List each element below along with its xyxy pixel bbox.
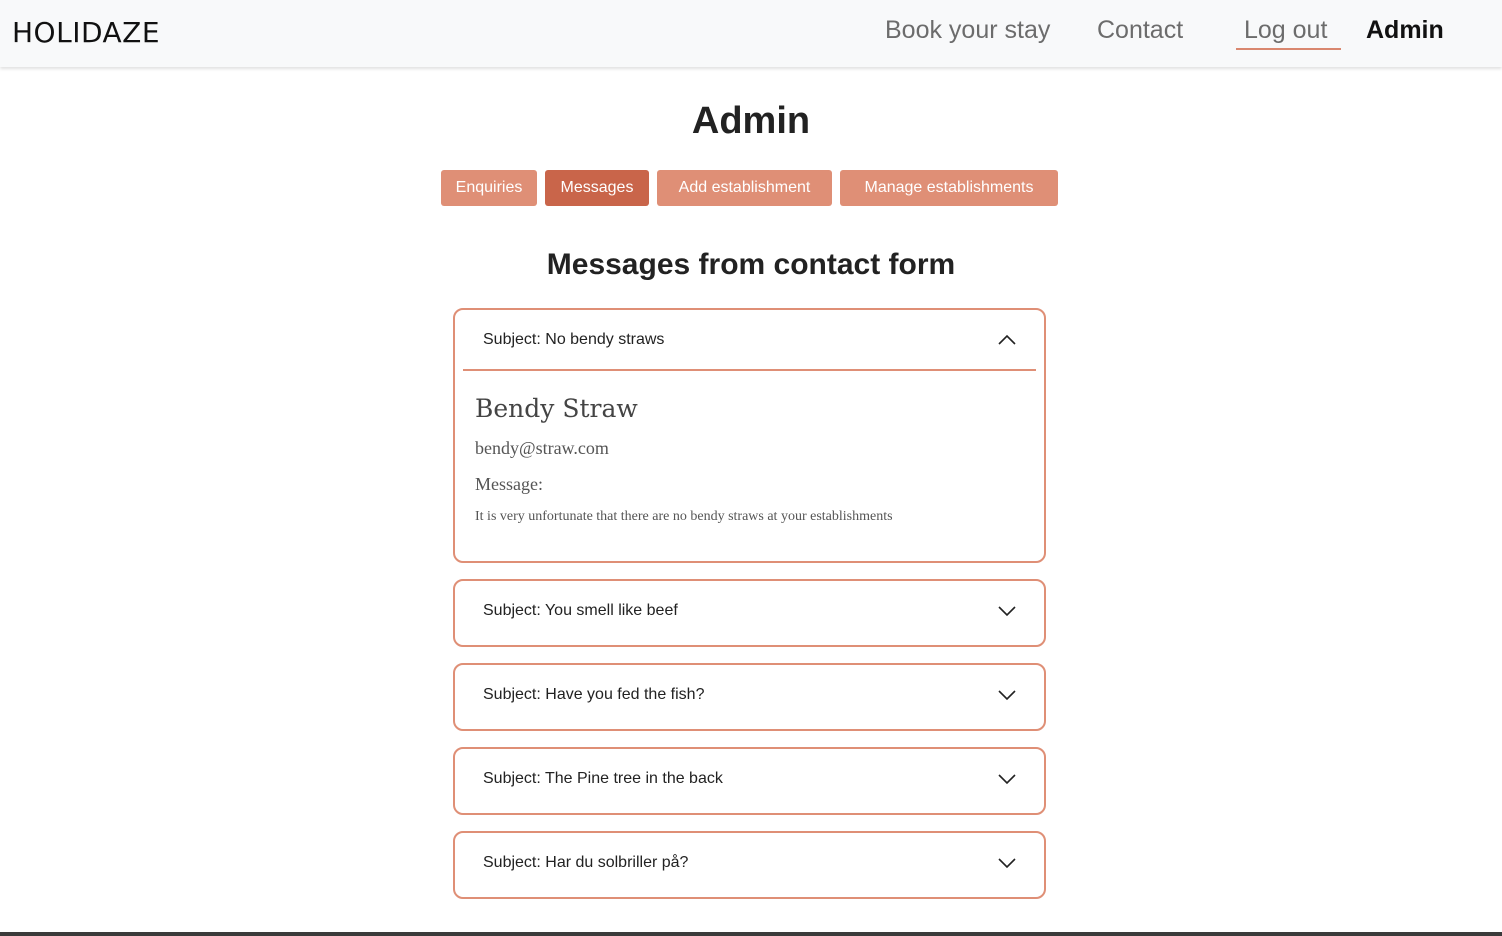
message-accordion-item: Subject: Have you fed the fish? <box>453 663 1046 731</box>
tab-manage-establishments[interactable]: Manage establishments <box>840 170 1058 206</box>
message-subject: Subject: You smell like beef <box>483 602 678 619</box>
log-out-underline <box>1236 48 1341 50</box>
message-text: It is very unfortunate that there are no… <box>475 509 893 524</box>
message-subject: Subject: Har du solbriller på? <box>483 854 689 871</box>
admin-tabs: Enquiries Messages Add establishment Man… <box>0 170 1502 206</box>
brand-logo[interactable]: HOLIDAZE <box>12 16 160 49</box>
chevron-up-icon[interactable] <box>998 334 1016 346</box>
sender-name: Bendy Straw <box>475 394 638 423</box>
message-label: Message: <box>475 474 543 494</box>
message-accordion-item: Subject: The Pine tree in the back <box>453 747 1046 815</box>
message-accordion-item: Subject: You smell like beef <box>453 579 1046 647</box>
page-title: Admin <box>691 100 811 142</box>
top-navbar: HOLIDAZE Book your stay Contact Log out … <box>0 0 1502 67</box>
chevron-down-icon[interactable] <box>998 689 1016 701</box>
nav-admin[interactable]: Admin <box>1366 16 1444 45</box>
chevron-down-icon[interactable] <box>998 605 1016 617</box>
tab-enquiries[interactable]: Enquiries <box>441 170 537 206</box>
accordion-header[interactable]: Subject: Har du solbriller på? <box>455 833 1044 896</box>
accordion-header[interactable]: Subject: Have you fed the fish? <box>455 665 1044 728</box>
nav-book-your-stay[interactable]: Book your stay <box>885 16 1050 45</box>
nav-log-out[interactable]: Log out <box>1244 16 1327 45</box>
tab-messages[interactable]: Messages <box>545 170 649 206</box>
accordion-header[interactable]: Subject: No bendy straws <box>455 310 1044 373</box>
footer-edge <box>0 932 1502 936</box>
chevron-down-icon[interactable] <box>998 857 1016 869</box>
message-accordion-item: Subject: Har du solbriller på? <box>453 831 1046 899</box>
message-subject: Subject: The Pine tree in the back <box>483 770 723 787</box>
accordion-header[interactable]: Subject: You smell like beef <box>455 581 1044 644</box>
message-accordion-item: Subject: No bendy straws Bendy Straw ben… <box>453 308 1046 563</box>
sender-email: bendy@straw.com <box>475 438 609 458</box>
accordion-header[interactable]: Subject: The Pine tree in the back <box>455 749 1044 812</box>
message-subject: Subject: No bendy straws <box>483 331 665 348</box>
tab-add-establishment[interactable]: Add establishment <box>657 170 832 206</box>
section-title: Messages from contact form <box>546 248 956 281</box>
message-subject: Subject: Have you fed the fish? <box>483 686 705 703</box>
accordion-divider <box>463 369 1036 371</box>
nav-contact[interactable]: Contact <box>1097 16 1183 45</box>
chevron-down-icon[interactable] <box>998 773 1016 785</box>
